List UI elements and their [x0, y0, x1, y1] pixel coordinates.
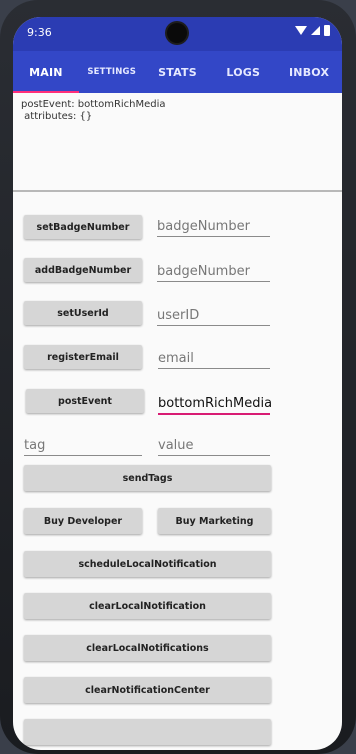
clear-local-notification-button[interactable]: clearLocalNotification [24, 593, 271, 619]
status-icons [295, 25, 330, 36]
event-name-input[interactable]: bottomRichMedia [158, 393, 272, 415]
tab-main[interactable]: MAIN [13, 51, 79, 93]
send-tags-button[interactable]: sendTags [24, 465, 271, 491]
status-time: 9:36 [27, 26, 52, 39]
next-action-button-partial[interactable] [24, 719, 271, 745]
clear-notification-center-button[interactable]: clearNotificationCenter [24, 677, 271, 703]
value-input[interactable]: value [158, 434, 270, 456]
log-output: postEvent: bottomRichMedia attributes: {… [13, 93, 342, 192]
email-input[interactable]: email [158, 347, 270, 369]
tab-bar: MAIN SETTINGS STATS LOGS INBOX [13, 51, 342, 93]
add-badge-number-input[interactable]: badgeNumber [157, 260, 270, 282]
set-user-id-button[interactable]: setUserId [24, 301, 142, 325]
battery-icon [324, 25, 330, 36]
log-line: attributes: {} [21, 111, 93, 122]
tab-settings[interactable]: SETTINGS [79, 51, 145, 93]
screen: 9:36 MAIN SETTINGS STATS LOGS INBOX post… [13, 17, 342, 750]
badge-number-input[interactable]: badgeNumber [157, 215, 270, 237]
log-line: postEvent: bottomRichMedia [21, 99, 166, 110]
status-bar: 9:36 [13, 17, 342, 51]
camera-cutout [167, 23, 187, 43]
buy-developer-button[interactable]: Buy Developer [24, 508, 142, 534]
tag-input[interactable]: tag [24, 434, 142, 456]
user-id-input[interactable]: userID [157, 304, 270, 326]
tab-stats[interactable]: STATS [145, 51, 211, 93]
post-event-button[interactable]: postEvent [26, 389, 144, 413]
add-badge-number-button[interactable]: addBadgeNumber [24, 258, 142, 282]
set-badge-number-button[interactable]: setBadgeNumber [24, 215, 142, 239]
tab-inbox[interactable]: INBOX [276, 51, 342, 93]
wifi-icon [295, 26, 307, 35]
buy-marketing-button[interactable]: Buy Marketing [158, 508, 271, 534]
register-email-button[interactable]: registerEmail [24, 345, 142, 369]
schedule-local-notification-button[interactable]: scheduleLocalNotification [24, 551, 271, 577]
clear-local-notifications-button[interactable]: clearLocalNotifications [24, 635, 271, 661]
tab-logs[interactable]: LOGS [210, 51, 276, 93]
signal-icon [311, 26, 320, 35]
